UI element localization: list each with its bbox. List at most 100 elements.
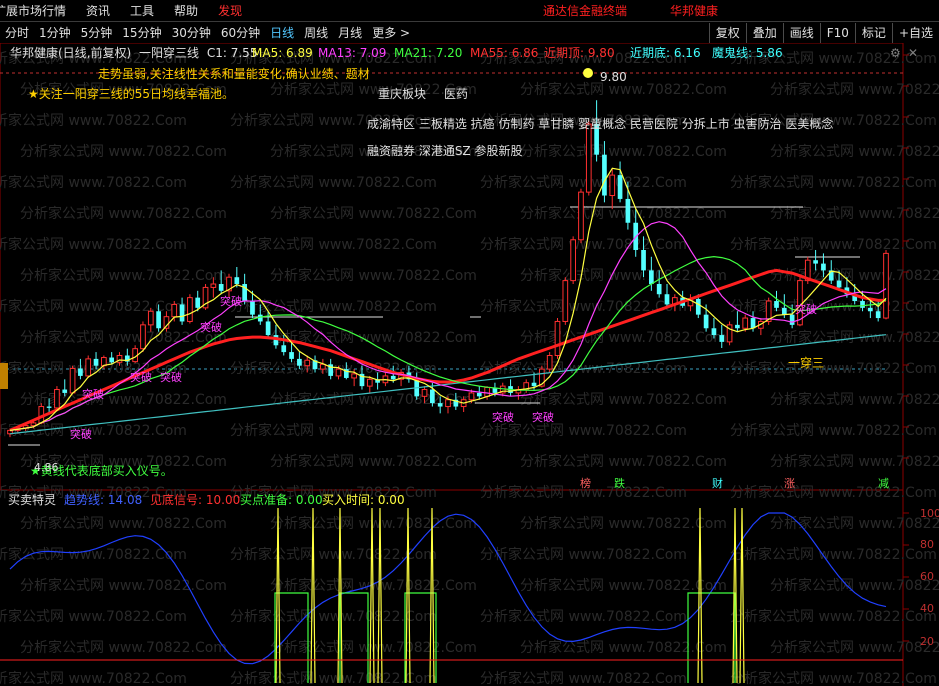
candle-body [641,249,646,271]
tab-60min[interactable]: 60分钟 [216,23,265,43]
tab-1min[interactable]: 1分钟 [34,23,76,43]
main-header: 华邦健康(日线,前复权) 一阳穿三线 C1: 7.55 [10,45,257,60]
candle-body [187,297,193,322]
candle-body [54,389,60,409]
signal-breakout-5: 突破 [200,320,222,334]
candle-body [289,352,294,359]
tab-5min[interactable]: 5分钟 [76,23,118,43]
kline-chart[interactable]: 分析家公式网 www.70822.Com 分析家公式网 www.70822.Com… [0,43,939,686]
candle-body [78,368,83,376]
f10-button[interactable]: F10 [819,23,855,43]
menu-item-tools[interactable]: 工具 [120,0,164,22]
ma13-value: MA13: 7.09 [318,46,386,60]
ma-long-line [9,334,887,435]
candle-body [179,304,185,322]
candle-body [30,422,37,427]
watermark-text: 分析家公式网 www.70822.Com [770,577,939,594]
tab-daily[interactable]: 日线 [265,23,299,43]
watermark-text: 分析家公式网 www.70822.Com [520,515,727,532]
signal-breakout-7: 突破 [492,410,514,424]
signal-breakout-9: 突破 [795,302,817,316]
candle-body [735,324,740,329]
tab-15min[interactable]: 15分钟 [117,23,166,43]
candle-body [218,284,224,291]
candle-body [711,328,717,336]
watermark-text: 分析家公式网 www.70822.Com [520,143,727,160]
tab-30min[interactable]: 30分钟 [167,23,216,43]
tab-weekly[interactable]: 周线 [299,23,333,43]
candle-body [656,284,662,295]
stock-title: 华邦健康(日线,前复权) [10,45,131,60]
tab-more[interactable]: 更多 > [367,23,415,43]
event-marker-4[interactable]: 涨 [784,477,795,490]
candle-body [617,175,623,199]
watermark-text: 分析家公式网 www.70822.Com [480,546,687,563]
event-marker-2[interactable]: 跌 [614,476,625,490]
candle-body [234,277,240,285]
window-stock-name: 华邦健康 [670,3,719,18]
ma21-value: MA21: 7.20 [394,46,462,60]
recent-bottom-value: 近期底: 6.16 [630,45,701,60]
watermark-text: 分析家公式网 www.70822.Com [730,484,937,501]
draw-line-button[interactable]: 画线 [782,23,820,43]
menu-item-help[interactable]: 帮助 [164,0,208,22]
event-marker-3[interactable]: 财 [712,476,723,490]
watermark-text: 分析家公式网 www.70822.Com [480,608,687,625]
watermark-text: 分析家公式网 www.70822.Com [0,112,187,129]
candle-body [742,317,749,329]
candle-body [366,378,373,387]
buy-ready-block [339,592,369,683]
candle-body [875,311,881,319]
industry-label: 医药 [444,87,468,101]
buy-time-spike [405,507,411,684]
candle-body [868,307,873,312]
tab-intraday[interactable]: 分时 [0,23,34,43]
concepts-line1: 成渝特区 三板精选 抗癌 仿制药 草甘膦 婴童概念 民营医院 分拆上市 虫害防治… [367,116,833,131]
watermark-text: 分析家公式网 www.70822.Com [270,453,477,470]
sub-panel-name[interactable]: 买卖特灵 [8,492,56,507]
indicator-name: 一阳穿三线 [139,45,199,60]
buy-time-spike [310,507,316,684]
candle-body [585,123,592,193]
tab-monthly[interactable]: 月线 [333,23,367,43]
candle-body [703,314,709,329]
menu-item-discover[interactable]: 发现 [208,0,252,22]
signal-breakout-3: 突破 [130,370,152,384]
candle-body [281,345,287,353]
settings-gear-icon[interactable]: ⚙ [890,46,901,60]
signal-breakout-1: 突破 [70,427,92,441]
overlay-button[interactable]: 叠加 [745,23,783,43]
watermark-text: 分析家公式网 www.70822.Com [770,453,939,470]
close-icon[interactable]: ✕ [908,46,918,60]
note-line1: 走势虽弱,关注线性关系和量能变化,确认业绩、题材 [98,66,370,81]
menu-item-market[interactable]: 扩展市场行情 [0,0,76,22]
candle-body [62,389,68,393]
candle-body [836,280,842,288]
candle-body [46,406,52,408]
watermark-text: 分析家公式网 www.70822.Com [230,174,437,191]
left-scroll-handle[interactable] [0,363,8,389]
candle-body [430,389,435,404]
add-watchlist-button[interactable]: +自选 [891,23,939,43]
sub-buy-time-value: 买入时间: 0.00 [322,493,405,507]
candle-body [320,363,326,370]
low-price-label: 4.86 [34,461,59,474]
close-value: C1: 7.55 [207,46,258,60]
candle-body [813,260,818,264]
watermark-text: 分析家公式网 www.70822.Com [20,577,227,594]
ma5-value: MA5: 6.89 [252,46,313,60]
watermark-text: 分析家公式网 www.70822.Com [770,391,939,408]
event-marker-1[interactable]: 榜 [580,476,591,490]
watermark-text: 分析家公式网 www.70822.Com [770,81,939,98]
candle-body [476,392,482,397]
restore-rights-button[interactable]: 复权 [708,23,746,43]
candle-body [210,283,217,288]
mark-button[interactable]: 标记 [854,23,892,43]
app-brand: 通达信金融终端 [543,3,628,18]
event-marker-5[interactable]: 减 [878,477,889,490]
watermark-text: 分析家公式网 www.70822.Com [230,422,437,439]
period-tab-bar: 分时 1分钟 5分钟 15分钟 30分钟 60分钟 日线 周线 月线 更多 > … [0,23,939,43]
watermark-text: 分析家公式网 www.70822.Com [480,422,687,439]
menu-item-news[interactable]: 资讯 [76,0,120,22]
demon-line-value: 魔鬼线: 5.86 [712,45,783,60]
